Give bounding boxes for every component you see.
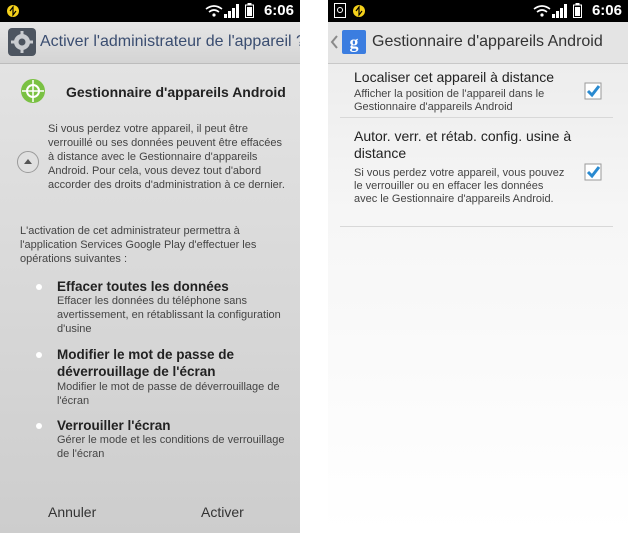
app-description: Si vous perdez votre appareil, il peut ê… [48,123,285,191]
clock: 6:06 [263,2,294,19]
battery-icon [573,3,582,18]
expand-button[interactable] [17,151,39,173]
pref-summary: Si vous perdez votre appareil, vous pouv… [354,167,565,205]
notification-icon [7,5,19,17]
device-manager-app-icon [21,79,45,103]
permission-title: Verrouiller l'écran [57,418,171,433]
title-bar: Activer l'administrateur de l'appareil ? [0,22,300,64]
status-bar: 6:06 [328,0,628,22]
screen-title: Gestionnaire d'appareils Android [372,33,603,50]
wifi-icon [205,5,223,17]
bullet-icon [36,352,42,358]
settings-gear-icon [8,28,36,56]
status-bar: 6:06 [0,0,300,22]
app-name: Gestionnaire d'appareils Android [66,84,286,100]
pref-title: Autor. verr. et rétab. config. usine à d… [354,128,572,161]
cancel-button[interactable]: Annuler [48,504,96,520]
google-logo-icon[interactable]: g [342,30,366,54]
back-chevron-icon[interactable] [330,35,338,49]
bullet-icon [36,284,42,290]
screenshot-icon [334,3,346,18]
pref-summary: Afficher la position de l'appareil dans … [354,88,545,113]
svg-text:g: g [350,32,359,52]
activate-button[interactable]: Activer [201,504,244,520]
remote-lock-reset-checkbox[interactable] [584,163,602,181]
signal-icon [224,4,239,18]
pref-remote-lock-reset[interactable]: Autor. verr. et rétab. config. usine à d… [340,123,613,227]
expand-arrow-icon [24,159,32,164]
wifi-icon [533,5,551,17]
locate-device-checkbox[interactable] [584,82,602,100]
action-bar: g Gestionnaire d'appareils Android [328,22,628,64]
clock: 6:06 [591,2,622,19]
battery-icon [245,3,254,18]
permission-description: Gérer le mode et les conditions de verro… [57,434,285,460]
activation-text: L'activation de cet administrateur perme… [20,225,257,265]
pref-title: Localiser cet appareil à distance [354,69,555,85]
permission-title: Effacer toutes les données [57,279,229,294]
bullet-icon [36,423,42,429]
permission-description: Modifier le mot de passe de déverrouilla… [57,381,280,407]
button-bar: Annuler Activer [0,492,300,533]
notification-icon [353,5,365,17]
signal-icon [552,4,567,18]
dialog-title: Activer l'administrateur de l'appareil ? [40,33,300,50]
permission-title: Modifier le mot de passe de déverrouilla… [57,347,235,379]
app-row: Gestionnaire d'appareils Android [20,78,290,108]
permission-description: Effacer les données du téléphone sans av… [57,295,281,335]
device-admin-screen: 6:06 Activer l'administrateur de l'appar… [0,0,300,533]
pref-locate-device[interactable]: Localiser cet appareil à distance Affich… [340,64,613,118]
